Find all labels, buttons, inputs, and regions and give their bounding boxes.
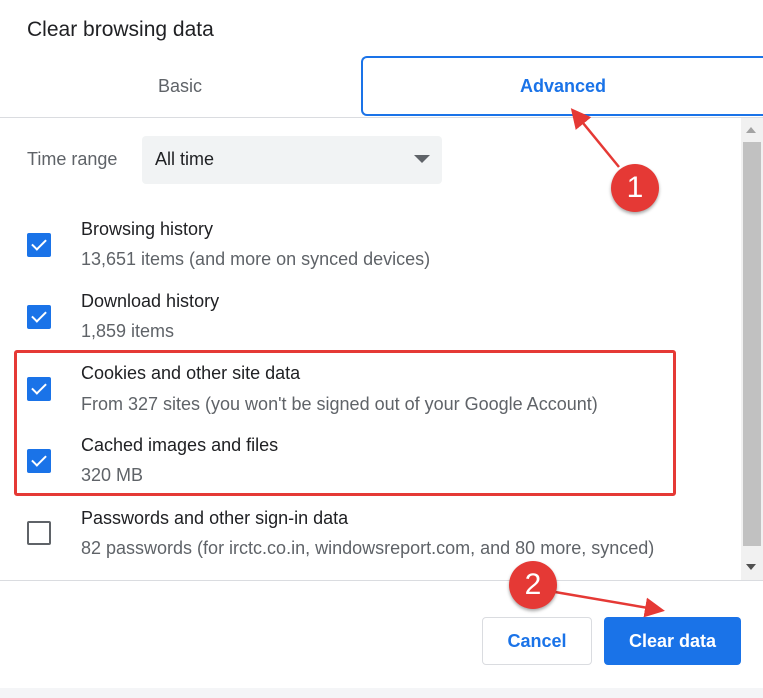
browsing-history-checkbox[interactable]: [27, 233, 51, 257]
time-range-select[interactable]: All time: [142, 136, 442, 184]
bottom-strip: [0, 688, 763, 698]
option-description: 13,651 items (and more on synced devices…: [81, 249, 431, 269]
scroll-down-icon[interactable]: [746, 564, 756, 570]
option-description: 82 passwords (for irctc.co.in, windowsre…: [81, 538, 655, 558]
annotation-arrow-1: [570, 108, 620, 168]
scrollbar[interactable]: [741, 118, 763, 580]
option-passwords: Passwords and other sign-in data 82 pass…: [0, 504, 740, 564]
annotation-arrow-2: [554, 590, 665, 618]
scrollbar-thumb[interactable]: [743, 142, 761, 546]
time-range-label: Time range: [27, 149, 118, 169]
step-2-badge: 2: [509, 561, 557, 609]
option-download-history: Download history 1,859 items: [0, 288, 740, 348]
chevron-down-icon: [414, 155, 430, 163]
highlight-box: [14, 350, 676, 496]
option-title: Passwords and other sign-in data: [81, 508, 349, 528]
option-title: Download history: [81, 291, 220, 311]
scroll-up-icon[interactable]: [746, 127, 756, 133]
cancel-button[interactable]: Cancel: [482, 617, 592, 665]
option-title: Browsing history: [81, 219, 214, 239]
option-description: 1,859 items: [81, 321, 175, 341]
time-range-value: All time: [155, 149, 215, 169]
footer-divider: [0, 580, 763, 581]
option-browsing-history: Browsing history 13,651 items (and more …: [0, 216, 740, 276]
tab-bar: Basic Advanced: [0, 56, 763, 118]
dialog-title: Clear browsing data: [27, 18, 214, 41]
tab-advanced[interactable]: Advanced: [361, 56, 763, 116]
tab-basic[interactable]: Basic: [0, 56, 360, 116]
step-1-badge: 1: [611, 164, 659, 212]
download-history-checkbox[interactable]: [27, 305, 51, 329]
passwords-checkbox[interactable]: [27, 521, 51, 545]
clear-data-button[interactable]: Clear data: [604, 617, 741, 665]
tab-divider: [0, 117, 763, 118]
